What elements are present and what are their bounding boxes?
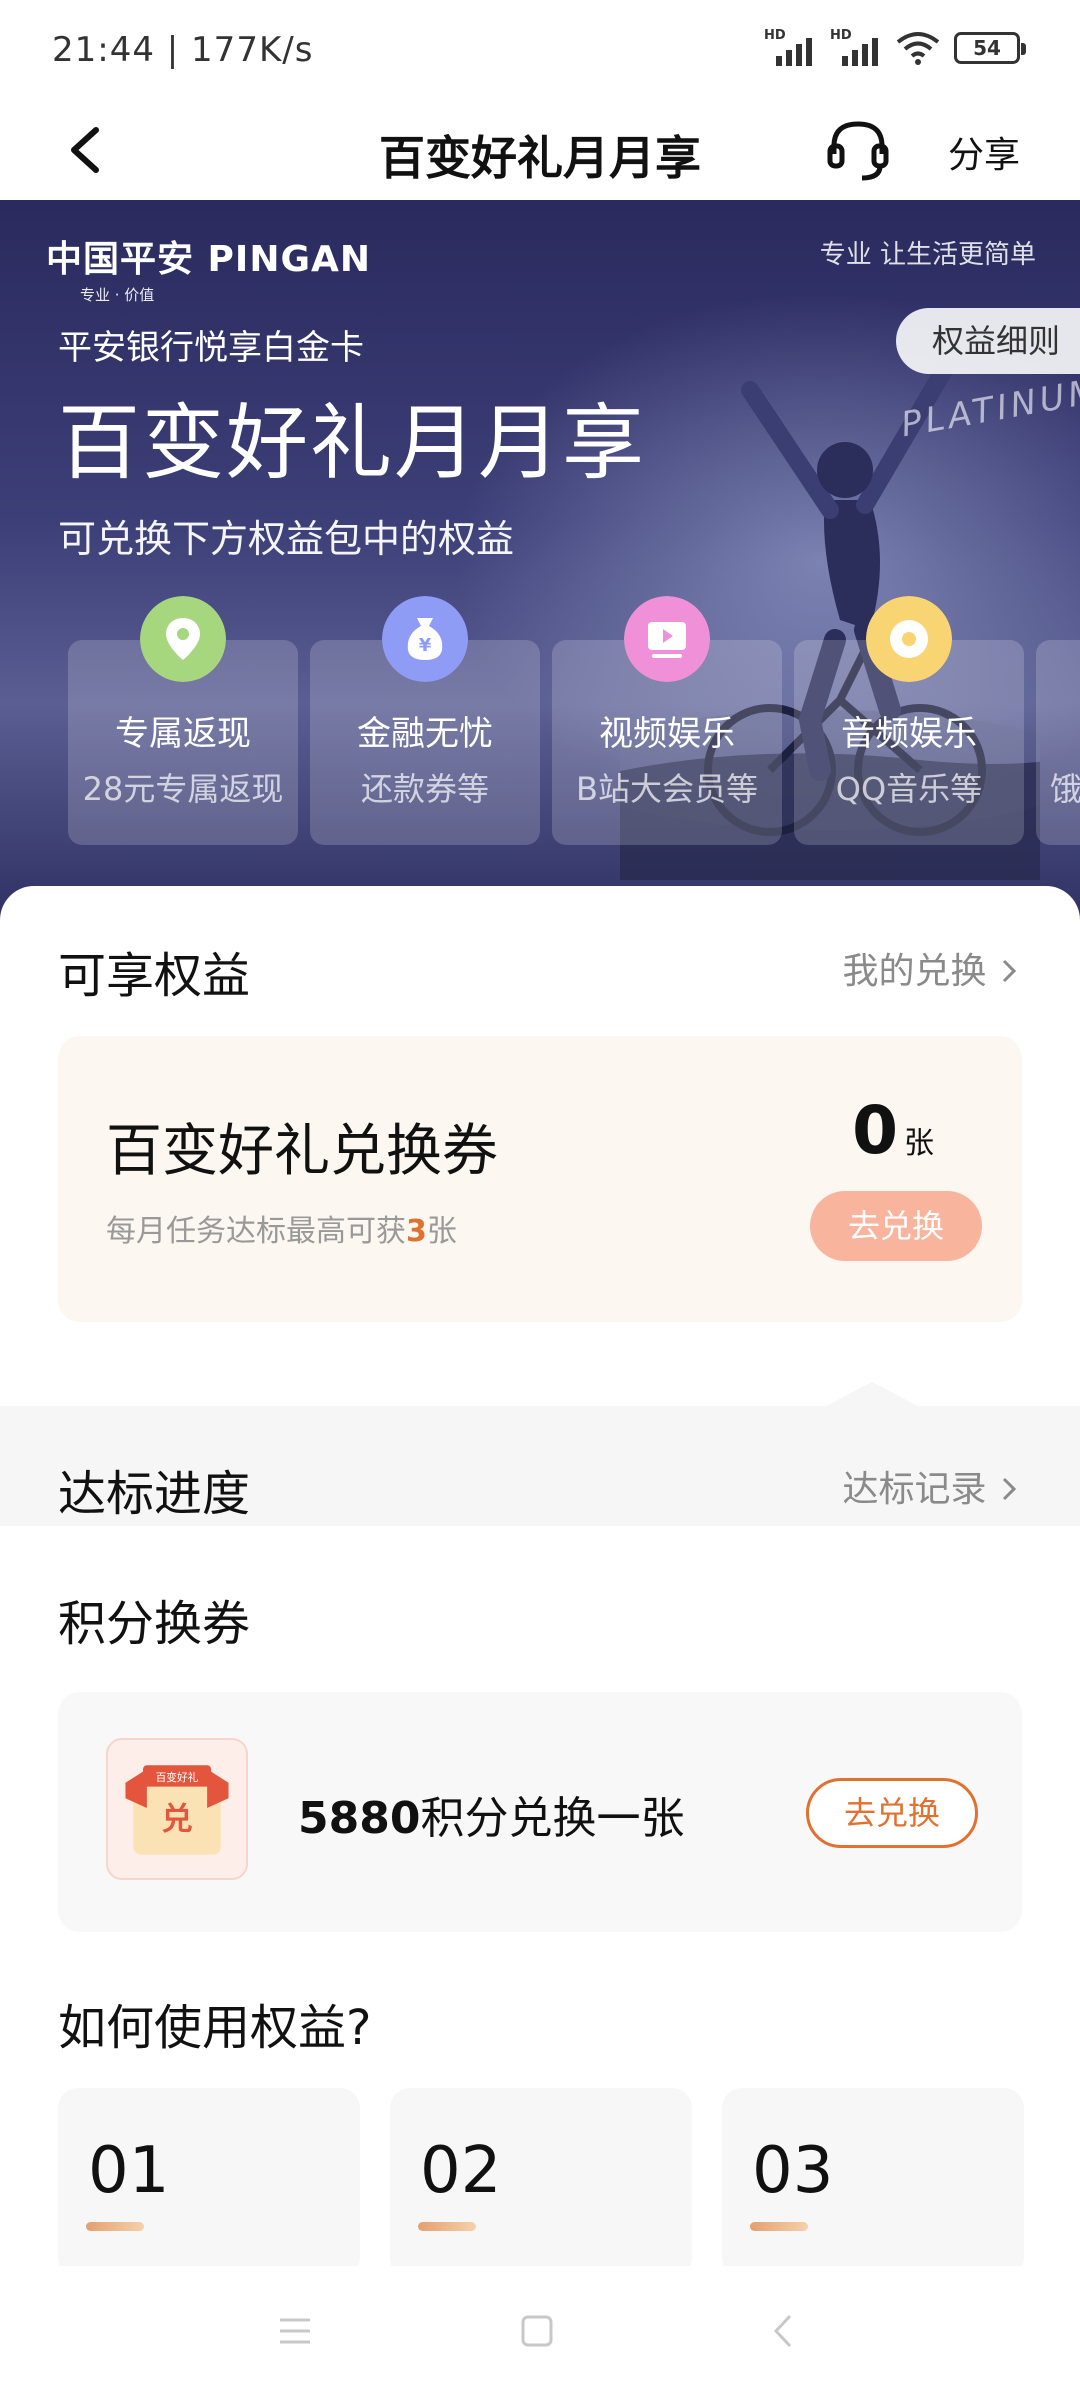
- share-button[interactable]: 分享: [948, 126, 1020, 178]
- voucher-count-unit: 张: [904, 1126, 934, 1161]
- hero-title: 百变好礼月月享: [58, 396, 647, 491]
- voucher-note-highlight: 3: [406, 1214, 427, 1249]
- brand-name: 中国平安 PINGAN: [46, 239, 371, 280]
- wifi-icon: [896, 32, 940, 65]
- voucher-note-suffix: 张: [426, 1214, 457, 1249]
- money-bag-icon: ¥: [382, 596, 468, 682]
- benefit-card-cashback[interactable]: 专属返现 28元专属返现: [68, 596, 298, 845]
- music-disc-icon: [866, 596, 952, 682]
- hero-banner: 中国平安 PINGAN 专业 · 价值 专业 让生活更简单 权益细则 PLATI…: [0, 200, 1080, 920]
- benefit-name: 视频娱乐: [599, 714, 735, 754]
- voucher-title: 百变好礼兑换券: [106, 1119, 498, 1184]
- points-exchange-text: 5880积分兑换一张: [298, 1782, 684, 1846]
- system-nav-bar: [0, 2266, 1080, 2400]
- back-icon[interactable]: [760, 2306, 810, 2356]
- pingan-logo: 中国平安 PINGAN 专业 · 价值: [46, 230, 371, 305]
- voucher-count-number: 0: [852, 1092, 898, 1169]
- benefit-subtitle: QQ音乐等: [835, 770, 983, 808]
- page-title: 百变好礼月月享: [379, 131, 701, 185]
- voucher-note: 每月任务达标最高可获3张: [106, 1206, 457, 1250]
- step-underline: [418, 2222, 476, 2231]
- chevron-right-icon: [1002, 959, 1017, 983]
- progress-record-link[interactable]: 达标记录: [843, 1460, 1020, 1512]
- signal-icon: HD: [764, 28, 816, 68]
- voucher-count: 0张: [852, 1092, 934, 1169]
- step-number: 03: [752, 2134, 834, 2208]
- benefit-card-partial[interactable]: 饿: [1036, 640, 1080, 845]
- points-section-title: 积分换券: [58, 1596, 251, 1652]
- step-number: 01: [88, 2134, 170, 2208]
- brand-subtitle: 专业 · 价值: [80, 286, 155, 304]
- menu-icon[interactable]: [270, 2306, 320, 2356]
- step-underline: [86, 2222, 144, 2231]
- step-number: 02: [420, 2134, 502, 2208]
- headset-icon[interactable]: [824, 116, 892, 184]
- benefit-name: 专属返现: [115, 714, 251, 754]
- status-bar: 21:44 | 177K/s HD HD 54: [0, 0, 1080, 100]
- benefit-card-video[interactable]: 视频娱乐 B站大会员等: [552, 596, 782, 845]
- benefit-subtitle: 还款券等: [360, 770, 489, 808]
- battery-icon: 54: [954, 32, 1026, 64]
- voucher-card: 百变好礼兑换券 每月任务达标最高可获3张 0张 去兑换: [58, 1036, 1022, 1322]
- location-pin-icon: [140, 596, 226, 682]
- benefit-name: 音频娱乐: [841, 714, 977, 754]
- step-card: 03: [722, 2088, 1024, 2278]
- points-label: 积分兑换一张: [420, 1793, 685, 1844]
- rules-button[interactable]: 权益细则: [895, 308, 1080, 374]
- coupon-tag-text: 百变好礼: [156, 1771, 199, 1784]
- status-time-speed: 21:44 | 177K/s: [52, 30, 314, 70]
- redeem-points-button[interactable]: 去兑换: [806, 1778, 978, 1848]
- my-redemptions-label: 我的兑换: [842, 951, 987, 992]
- benefit-subtitle: B站大会员等: [576, 770, 758, 808]
- benefit-card-audio[interactable]: 音频娱乐 QQ音乐等: [794, 596, 1024, 845]
- voucher-note-prefix: 每月任务达标最高可获: [106, 1214, 406, 1249]
- howto-section-title: 如何使用权益?: [58, 2000, 372, 2056]
- redeem-voucher-button[interactable]: 去兑换: [810, 1191, 982, 1261]
- brand-slogan: 专业 让生活更简单: [819, 240, 1036, 270]
- home-icon[interactable]: [512, 2306, 562, 2356]
- status-icons: HD HD 54: [764, 28, 1026, 68]
- step-underline: [750, 2222, 808, 2231]
- progress-section-title: 达标进度: [58, 1466, 251, 1522]
- benefit-subtitle: 饿: [1050, 770, 1080, 808]
- nav-bar: 百变好礼月月享 分享: [0, 100, 1080, 200]
- hero-description: 可兑换下方权益包中的权益: [58, 517, 515, 561]
- redeem-coupon-icon: 百变好礼 兑: [106, 1738, 248, 1880]
- benefit-card-finance[interactable]: ¥ 金融无忧 还款券等: [310, 596, 540, 845]
- chevron-right-icon: [1002, 1477, 1017, 1501]
- svg-text:¥: ¥: [419, 635, 432, 656]
- step-card: 01: [58, 2088, 360, 2278]
- benefits-section-title: 可享权益: [58, 948, 251, 1004]
- points-value: 5880: [298, 1793, 421, 1844]
- benefit-name: 金融无忧: [357, 714, 493, 754]
- progress-section: 达标进度 达标记录: [0, 1382, 1080, 1526]
- signal-icon: HD: [830, 28, 882, 68]
- video-play-icon: [624, 596, 710, 682]
- points-exchange-card: 百变好礼 兑 5880积分兑换一张 去兑换: [58, 1692, 1022, 1932]
- main-content: 可享权益 我的兑换 百变好礼兑换券 每月任务达标最高可获3张 0张 去兑换 达标…: [0, 886, 1080, 2278]
- step-card: 02: [390, 2088, 692, 2278]
- card-name: 平安银行悦享白金卡: [58, 328, 364, 368]
- coupon-char: 兑: [161, 1801, 192, 1837]
- progress-record-label: 达标记录: [842, 1469, 987, 1510]
- my-redemptions-link[interactable]: 我的兑换: [843, 942, 1020, 994]
- benefit-subtitle: 28元专属返现: [82, 770, 284, 808]
